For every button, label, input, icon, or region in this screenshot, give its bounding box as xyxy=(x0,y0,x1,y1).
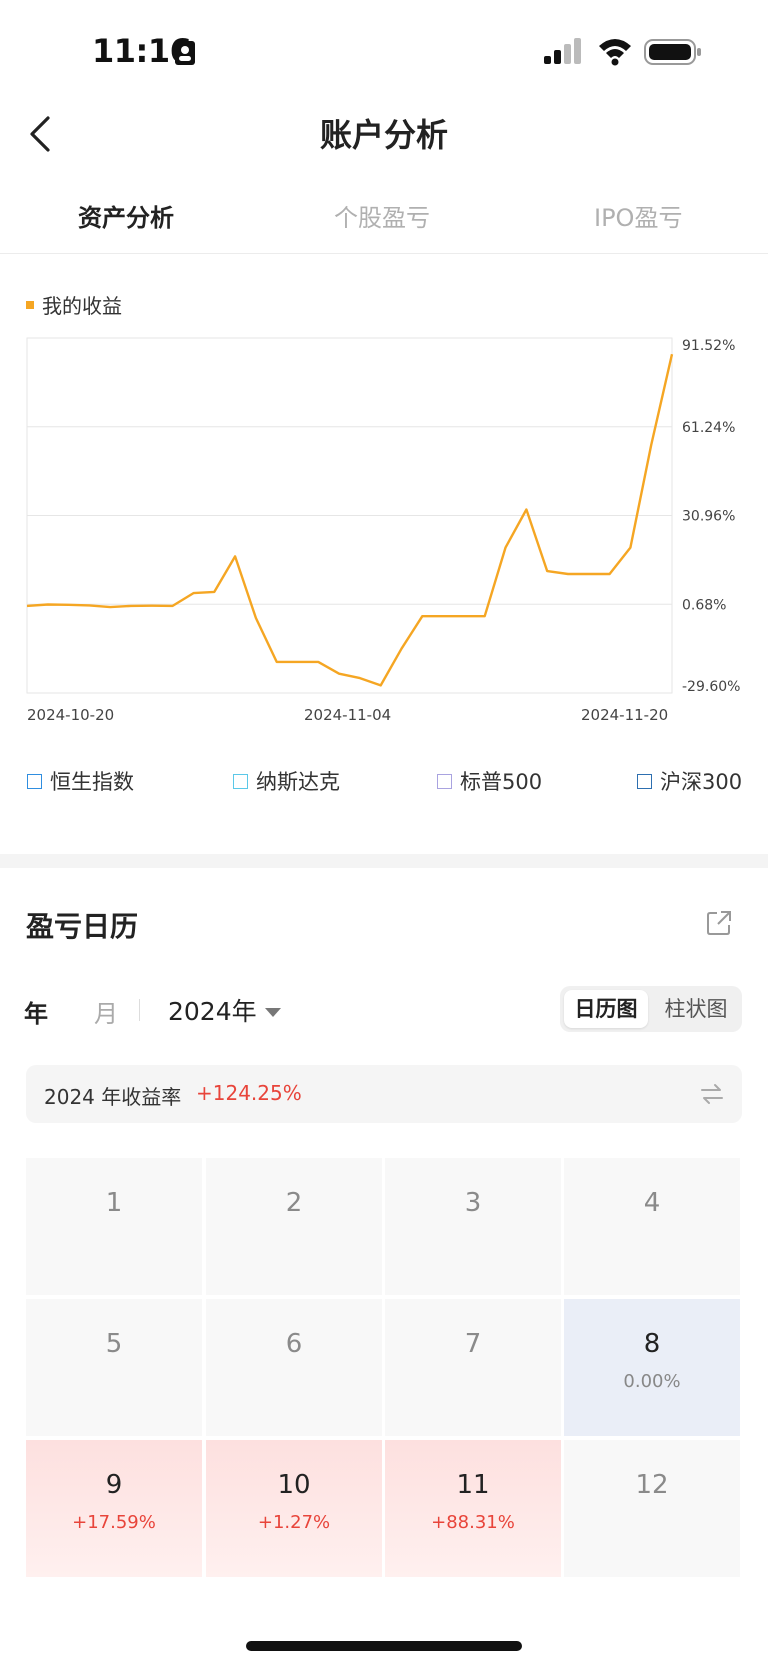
checkbox-icon xyxy=(27,773,42,789)
battery-icon xyxy=(644,39,701,65)
month-number: 11 xyxy=(456,1470,490,1500)
month-return: +17.59% xyxy=(72,1512,156,1533)
home-indicator xyxy=(246,1641,522,1651)
index-toggle-nasdaq[interactable]: 纳斯达克 xyxy=(233,766,340,796)
status-bar: 11:16 xyxy=(0,0,768,100)
month-cell-11[interactable]: 11 +88.31% xyxy=(385,1440,561,1577)
annual-yield-value: +124.25% xyxy=(196,1081,302,1105)
index-compare-row: 恒生指数 纳斯达克 标普500 沪深300 xyxy=(0,766,768,796)
legend-label: 我的收益 xyxy=(42,294,122,318)
tab-ipo-pnl[interactable]: IPO盈亏 xyxy=(594,198,682,233)
month-number: 7 xyxy=(464,1329,482,1359)
annual-yield-bar[interactable]: 2024 年收益率 +124.25% xyxy=(26,1065,742,1123)
month-cell-7[interactable]: 7 xyxy=(385,1299,561,1436)
month-return: +88.31% xyxy=(431,1512,515,1533)
cellular-signal-icon xyxy=(544,38,581,64)
view-toggle: 日历图 柱状图 xyxy=(560,986,742,1032)
month-cell-5[interactable]: 5 xyxy=(26,1299,202,1436)
month-cell-12[interactable]: 12 xyxy=(564,1440,740,1577)
month-return: +1.27% xyxy=(257,1512,331,1533)
month-cell-2[interactable]: 2 xyxy=(206,1158,382,1295)
month-return: 0.00% xyxy=(623,1371,681,1392)
contact-card-icon xyxy=(175,41,195,65)
index-label: 恒生指数 xyxy=(50,770,134,794)
divider xyxy=(139,999,140,1021)
checkbox-icon xyxy=(233,773,248,789)
index-toggle-csi300[interactable]: 沪深300 xyxy=(637,766,742,796)
share-icon[interactable] xyxy=(706,910,732,936)
index-label: 沪深300 xyxy=(660,770,743,794)
tab-asset-analysis[interactable]: 资产分析 xyxy=(78,198,174,233)
chart-legend: 我的收益 xyxy=(26,290,122,319)
section-divider xyxy=(0,854,768,868)
month-number: 4 xyxy=(643,1188,661,1218)
y-tick-label: 91.52% xyxy=(682,338,735,354)
month-number: 3 xyxy=(464,1188,482,1218)
swap-arrows-icon[interactable] xyxy=(700,1083,724,1105)
year-dropdown-value: 2024年 xyxy=(168,997,257,1026)
pnl-calendar-title: 盈亏日历 xyxy=(26,910,139,943)
x-tick-label: 2024-10-20 xyxy=(27,706,114,724)
view-bar-button[interactable]: 柱状图 xyxy=(654,990,738,1028)
checkbox-icon xyxy=(437,773,452,789)
y-tick-label: 0.68% xyxy=(682,597,726,613)
returns-line-chart[interactable]: 91.52% 61.24% 30.96% 0.68% -29.60% 2024-10-20… xyxy=(0,330,768,730)
tab-bar: 资产分析 个股盈亏 IPO盈亏 xyxy=(0,190,768,254)
month-cell-9[interactable]: 9 +17.59% xyxy=(26,1440,202,1577)
month-number: 1 xyxy=(105,1188,123,1218)
month-cell-1[interactable]: 1 xyxy=(26,1158,202,1295)
month-number: 8 xyxy=(643,1329,661,1359)
y-tick-label: -29.60% xyxy=(682,679,740,695)
year-dropdown[interactable]: 2024年 xyxy=(168,992,281,1028)
annual-yield-label: 2024 年收益率 xyxy=(44,1085,182,1109)
index-label: 标普500 xyxy=(460,770,543,794)
x-tick-label: 2024-11-20 xyxy=(581,706,668,724)
month-cell-10[interactable]: 10 +1.27% xyxy=(206,1440,382,1577)
period-month-tab[interactable]: 月 xyxy=(94,994,118,1029)
x-tick-label: 2024-11-04 xyxy=(304,706,391,724)
y-tick-label: 30.96% xyxy=(682,509,735,525)
index-label: 纳斯达克 xyxy=(256,770,340,794)
index-toggle-hsi[interactable]: 恒生指数 xyxy=(27,766,134,796)
month-number: 12 xyxy=(635,1470,669,1500)
month-cell-4[interactable]: 4 xyxy=(564,1158,740,1295)
month-number: 10 xyxy=(277,1470,311,1500)
month-cell-6[interactable]: 6 xyxy=(206,1299,382,1436)
month-number: 2 xyxy=(285,1188,303,1218)
caret-down-icon xyxy=(264,1007,281,1017)
month-cell-8[interactable]: 8 0.00% xyxy=(564,1299,740,1436)
month-number: 6 xyxy=(285,1329,303,1359)
index-toggle-sp500[interactable]: 标普500 xyxy=(437,766,542,796)
month-number: 5 xyxy=(105,1329,123,1359)
month-cell-3[interactable]: 3 xyxy=(385,1158,561,1295)
series-line-my-return xyxy=(26,353,674,687)
view-calendar-button[interactable]: 日历图 xyxy=(564,990,648,1028)
tab-stock-pnl[interactable]: 个股盈亏 xyxy=(334,198,430,233)
y-tick-label: 61.24% xyxy=(682,420,735,436)
page-title: 账户分析 xyxy=(319,116,448,154)
wifi-icon xyxy=(599,39,631,66)
month-number: 9 xyxy=(105,1470,123,1500)
period-year-tab[interactable]: 年 xyxy=(24,994,48,1029)
checkbox-icon xyxy=(637,773,652,789)
legend-swatch xyxy=(26,300,34,309)
